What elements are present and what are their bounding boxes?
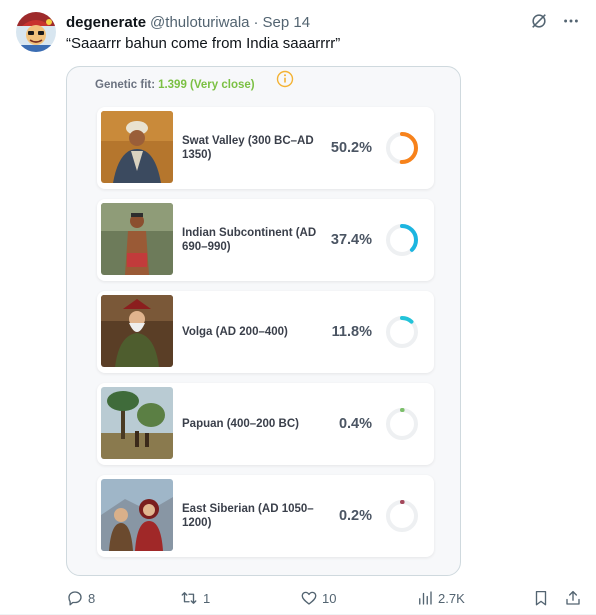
timestamp[interactable]: Sep 14	[263, 14, 311, 31]
fit-value: 1.399 (Very close)	[158, 79, 255, 91]
retweet-button[interactable]: 1	[179, 589, 210, 607]
like-icon	[301, 591, 317, 605]
population-thumbnail	[101, 387, 173, 459]
percent-ring	[386, 132, 418, 164]
tweet-header: degenerate @thuloturiwala · Sep 14	[66, 12, 310, 32]
population-name: East Siberian (AD 1050–1200)	[182, 503, 314, 529]
percent-ring	[386, 316, 418, 348]
population-name: Swat Valley (300 BC–AD 1350)	[182, 135, 314, 161]
views-icon	[419, 591, 432, 605]
media-image[interactable]: Genetic fit: 1.399 (Very close) Swat Val…	[66, 66, 461, 576]
percent-ring	[386, 500, 418, 532]
population-percent: 0.4%	[338, 416, 372, 432]
user-handle[interactable]: @thuloturiwala	[150, 14, 249, 31]
bookmark-button[interactable]	[532, 589, 550, 607]
percent-ring	[386, 408, 418, 440]
views-button[interactable]: 2.7K	[416, 589, 465, 607]
separator-dot: ·	[253, 13, 259, 31]
population-percent: 11.8%	[331, 324, 372, 340]
reply-count: 8	[88, 590, 96, 606]
display-name[interactable]: degenerate	[66, 14, 146, 31]
population-card: East Siberian (AD 1050–1200) 0.2%	[97, 475, 434, 557]
bookmark-icon	[535, 590, 547, 606]
percent-ring	[386, 224, 418, 256]
genetic-fit: Genetic fit: 1.399 (Very close)	[95, 79, 255, 91]
population-thumbnail	[101, 295, 173, 367]
tweet-text: “Saaarrr bahun come from India saaarrrr”	[66, 35, 341, 52]
view-count: 2.7K	[438, 590, 465, 606]
population-name: Papuan (400–200 BC)	[182, 418, 299, 430]
like-button[interactable]: 10	[300, 589, 336, 607]
population-thumbnail	[101, 111, 173, 183]
population-card: Volga (AD 200–400) 11.8%	[97, 291, 434, 373]
population-percent: 50.2%	[330, 140, 372, 156]
population-thumbnail	[101, 203, 173, 275]
population-thumbnail	[101, 479, 173, 551]
more-icon[interactable]	[560, 10, 582, 32]
fit-label: Genetic fit:	[95, 79, 156, 91]
share-icon	[566, 590, 580, 605]
population-card: Swat Valley (300 BC–AD 1350) 50.2%	[97, 107, 434, 189]
like-count: 10	[322, 590, 337, 606]
population-card: Papuan (400–200 BC) 0.4%	[97, 383, 434, 465]
population-name: Indian Subcontinent (AD 690–990)	[182, 227, 317, 253]
reply-button[interactable]: 8	[66, 589, 95, 607]
population-card: Indian Subcontinent (AD 690–990) 37.4%	[97, 199, 434, 281]
population-percent: 0.2%	[338, 508, 372, 524]
grok-icon[interactable]	[528, 10, 550, 32]
info-icon	[276, 70, 294, 93]
retweet-icon	[181, 592, 197, 604]
population-percent: 37.4%	[330, 232, 372, 248]
avatar[interactable]	[16, 12, 56, 52]
share-button[interactable]	[564, 589, 582, 607]
tweet[interactable]: degenerate @thuloturiwala · Sep 14 “Saaa…	[0, 0, 596, 615]
tweet-actions: 8 1 10 2.7K	[66, 589, 586, 611]
retweet-count: 1	[203, 590, 211, 606]
top-right-actions	[528, 10, 582, 32]
population-name: Volga (AD 200–400)	[182, 326, 288, 338]
reply-icon	[68, 591, 82, 606]
